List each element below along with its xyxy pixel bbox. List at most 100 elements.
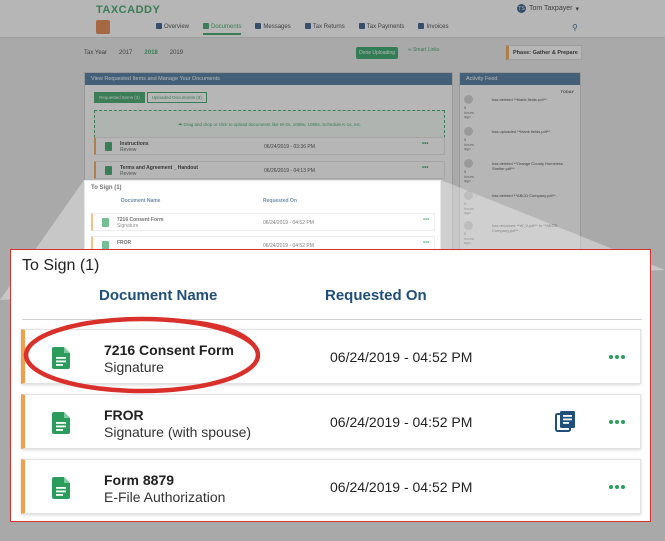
more-options-icon[interactable] [607, 477, 627, 497]
nav-tax-returns[interactable]: Tax Returns [304, 23, 345, 35]
feed-today-label: TODAY [560, 89, 574, 94]
request-type: Review [120, 147, 137, 153]
document-name: FROR [104, 407, 144, 423]
request-type: Review [120, 171, 137, 177]
feed-item: 5 hours ago has deleted **Orange County … [464, 159, 578, 189]
mini-sign-row[interactable]: 7216 Consent Form Signature 06/24/2019 -… [91, 213, 435, 231]
view-document-icon[interactable] [555, 410, 577, 432]
feed-time: 5 hours ago [464, 137, 475, 152]
document-icon [52, 347, 70, 369]
document-name: Form 8879 [104, 472, 175, 488]
to-sign-callout: To Sign (1) Document Name Requested On 7… [10, 249, 651, 522]
upload-dropzone[interactable]: ☁ Drag and drop or click to upload docum… [94, 110, 445, 138]
tab-requested-items[interactable]: Requested Items (3) [94, 92, 145, 103]
year-2019[interactable]: 2019 [170, 50, 183, 56]
document-icon [105, 142, 112, 151]
mini-to-sign-title: To Sign (1) [91, 185, 122, 191]
user-avatar: TS [517, 4, 526, 13]
to-sign-mini: To Sign (1) Document Name Requested On 7… [84, 180, 441, 254]
home-icon [156, 23, 162, 29]
main-nav: Overview Documents Messages Tax Returns … [156, 23, 448, 35]
request-row[interactable]: Instructions Review 06/24/2019 - 03:36 P… [94, 137, 445, 155]
mini-col-requested-on: Requested On [263, 198, 297, 204]
nav-tax-payments[interactable]: Tax Payments [358, 23, 404, 35]
document-tabs: Requested Items (3) Uploaded Documents (… [94, 92, 207, 103]
document-icon [203, 23, 210, 29]
smart-links-button[interactable]: ∞ Smart Links [408, 47, 439, 53]
activity-feed-title: Activity Feed [460, 73, 580, 85]
more-options-icon[interactable]: ••• [422, 165, 428, 171]
document-name: 7216 Consent Form [104, 342, 234, 358]
avatar [464, 127, 473, 136]
documents-panel-title: View Requested Items and Manage Your Doc… [85, 73, 452, 85]
search-icon[interactable]: ⚲ [572, 23, 578, 32]
message-icon [255, 23, 262, 29]
app-logo: TAXCADDY [96, 4, 161, 16]
dropzone-text: Drag and drop or click to upload documen… [183, 121, 362, 127]
feed-text: has deleted **Orange County Homeless She… [492, 161, 563, 171]
nav-documents[interactable]: Documents [203, 23, 242, 35]
requested-date: 06/24/2019 - 04:52 PM [330, 414, 473, 430]
tab-uploaded-documents[interactable]: Uploaded Documents (3) [146, 92, 207, 103]
avatar [464, 191, 473, 200]
top-bar: TAXCADDY TS Tom Taxpayer ▾ Overview Docu… [0, 0, 665, 38]
user-menu[interactable]: TS Tom Taxpayer ▾ [517, 4, 579, 13]
document-icon [52, 477, 70, 499]
firm-logo [96, 20, 110, 34]
request-row[interactable]: Terms and Agreement _ Handout Review 06/… [94, 161, 445, 179]
mini-doc-date: 06/24/2019 - 04:52 PM [263, 220, 314, 226]
chevron-down-icon: ▾ [575, 5, 579, 13]
tax-year-label: Tax Year [84, 50, 108, 56]
request-date: 06/24/2019 - 03:36 PM [264, 144, 315, 150]
mini-doc-name: FROR [117, 240, 132, 246]
sign-row-form-8879[interactable]: Form 8879 E-File Authorization 06/24/201… [21, 459, 641, 514]
document-icon [102, 218, 109, 227]
header-divider [22, 319, 642, 320]
sign-row-fror[interactable]: FROR Signature (with spouse) 06/24/2019 … [21, 394, 641, 449]
feed-item: 5 hours ago has uploaded **blank fields.… [464, 127, 578, 157]
nav-overview[interactable]: Overview [156, 23, 189, 35]
done-uploading-button[interactable]: Done Uploading [356, 47, 398, 59]
year-2018[interactable]: 2018 [144, 50, 157, 56]
year-2017[interactable]: 2017 [119, 50, 132, 56]
document-type: E-File Authorization [104, 489, 226, 505]
sign-row-7216-consent-form[interactable]: 7216 Consent Form Signature 06/24/2019 -… [21, 329, 641, 384]
feed-text: has deleted **ABCD Company.pdf**. [492, 193, 557, 198]
document-icon [52, 412, 70, 434]
feed-time: 5 hours ago [464, 231, 475, 246]
avatar [464, 221, 473, 230]
feed-text: has renamed **W_2.pdf** to **ABCD Compan… [492, 223, 558, 233]
more-options-icon[interactable]: ••• [422, 141, 428, 147]
request-date: 06/26/2019 - 04:13 PM [264, 168, 315, 174]
feed-time: 5 hours ago [464, 169, 475, 184]
feed-time: 5 hours ago [464, 201, 475, 216]
payment-icon [358, 23, 365, 29]
document-type: Signature (with spouse) [104, 424, 252, 440]
nav-messages[interactable]: Messages [255, 23, 291, 35]
to-sign-title: To Sign (1) [22, 257, 100, 274]
more-options-icon[interactable]: ••• [423, 240, 429, 246]
feed-item: 5 hours ago has deleted **blank fields.p… [464, 95, 578, 125]
more-options-icon[interactable] [607, 347, 627, 367]
nav-invoices[interactable]: Invoices [418, 23, 448, 35]
document-type: Signature [104, 359, 164, 375]
invoice-icon [418, 23, 425, 29]
col-document-name[interactable]: Document Name [99, 287, 217, 304]
feed-item: 5 hours ago has renamed **W_2.pdf** to *… [464, 221, 578, 251]
avatar [464, 95, 473, 104]
mini-doc-sub: Signature [117, 223, 139, 229]
avatar [464, 159, 473, 168]
phase-badge: Phase: Gather & Prepare [506, 45, 582, 60]
more-options-icon[interactable] [607, 412, 627, 432]
feed-item: 5 hours ago has deleted **ABCD Company.p… [464, 191, 578, 221]
feed-text: has deleted **blank fields.pdf**. [492, 97, 548, 102]
requested-date: 06/24/2019 - 04:52 PM [330, 479, 473, 495]
mini-col-document-name: Document Name [121, 198, 161, 204]
col-requested-on[interactable]: Requested On [325, 287, 427, 304]
return-icon [304, 23, 311, 29]
document-icon [105, 166, 112, 175]
feed-text: has uploaded **blank fields.pdf**. [492, 129, 552, 134]
screenshot-stage: TAXCADDY TS Tom Taxpayer ▾ Overview Docu… [0, 0, 665, 541]
requested-date: 06/24/2019 - 04:52 PM [330, 349, 473, 365]
more-options-icon[interactable]: ••• [423, 217, 429, 223]
